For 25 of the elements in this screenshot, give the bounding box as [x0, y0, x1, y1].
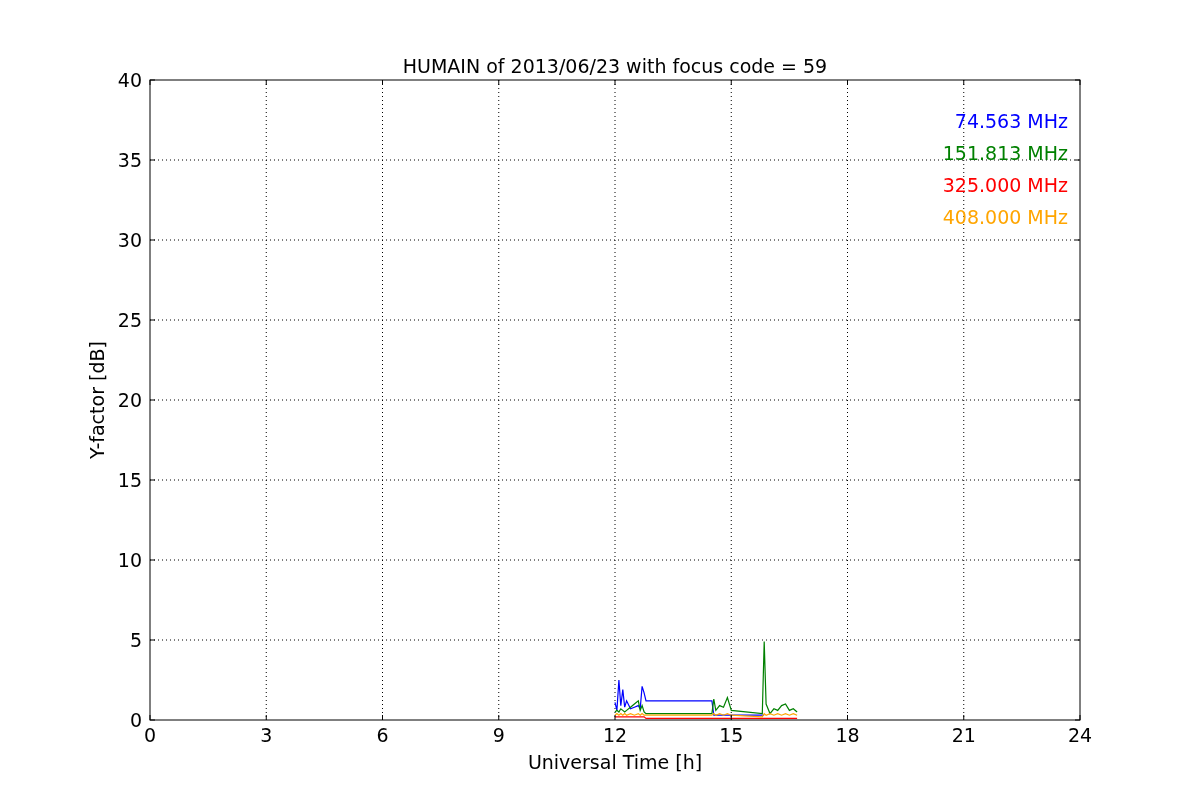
- x-tick-label: 21: [951, 724, 976, 746]
- chart-title: HUMAIN of 2013/06/23 with focus code = 59: [402, 55, 828, 77]
- legend-label: 151.813 MHz: [942, 142, 1068, 164]
- y-tick-label: 20: [117, 389, 142, 411]
- y-tick-label: 5: [129, 629, 142, 651]
- y-tick-label: 0: [129, 709, 142, 731]
- x-tick-label: 6: [376, 724, 389, 746]
- x-tick-label: 15: [719, 724, 744, 746]
- legend-label: 74.563 MHz: [954, 110, 1068, 132]
- legend-label: 408.000 MHz: [942, 206, 1068, 228]
- y-tick-label: 35: [117, 149, 142, 171]
- legend-label: 325.000 MHz: [942, 174, 1068, 196]
- x-tick-label: 3: [260, 724, 273, 746]
- x-tick-label: 24: [1067, 724, 1093, 746]
- x-axis-label: Universal Time [h]: [527, 751, 703, 773]
- x-tick-label: 18: [835, 724, 860, 746]
- y-tick-label: 40: [117, 69, 142, 91]
- y-tick-label: 25: [117, 309, 142, 331]
- x-tick-label: 9: [492, 724, 505, 746]
- y-axis-label: Y-factor [dB]: [86, 341, 108, 459]
- y-tick-label: 15: [117, 469, 142, 491]
- y-tick-label: 10: [117, 549, 142, 571]
- x-tick-label: 12: [602, 724, 628, 746]
- y-tick-label: 30: [117, 229, 142, 251]
- x-tick-label: 0: [143, 724, 157, 746]
